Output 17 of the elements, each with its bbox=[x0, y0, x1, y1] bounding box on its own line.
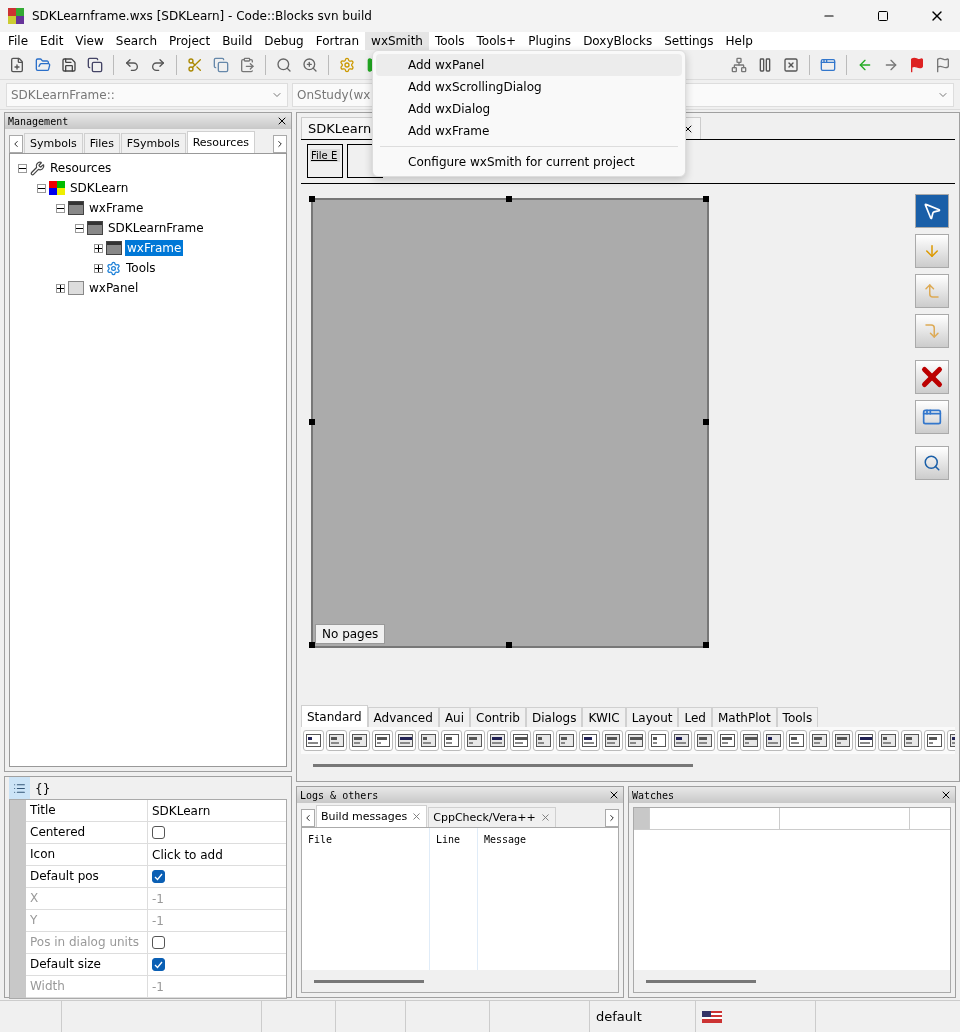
property-name: Default size bbox=[26, 954, 148, 975]
notebook-label: No pages bbox=[315, 624, 386, 644]
property-name: Pos in dialog units bbox=[26, 932, 148, 953]
property-name: Title bbox=[26, 800, 148, 821]
property-name: Y bbox=[26, 910, 148, 931]
property-name: Default pos bbox=[26, 866, 148, 887]
status-text: default bbox=[596, 1009, 642, 1024]
property-name: X bbox=[26, 888, 148, 909]
panel-title: Management bbox=[8, 115, 69, 127]
property-name: Icon bbox=[26, 844, 148, 865]
window-title: SDKLearnframe.wxs [SDKLearn] - Code::Blocks svn build bbox=[32, 9, 373, 23]
panel-title: Logs & others bbox=[300, 789, 379, 801]
column-header: Message bbox=[483, 833, 528, 847]
preview-menu-text: File E bbox=[310, 149, 340, 162]
property-name: Width bbox=[26, 976, 148, 997]
panel-title: Watches bbox=[632, 789, 675, 801]
property-name: Centered bbox=[26, 822, 148, 843]
